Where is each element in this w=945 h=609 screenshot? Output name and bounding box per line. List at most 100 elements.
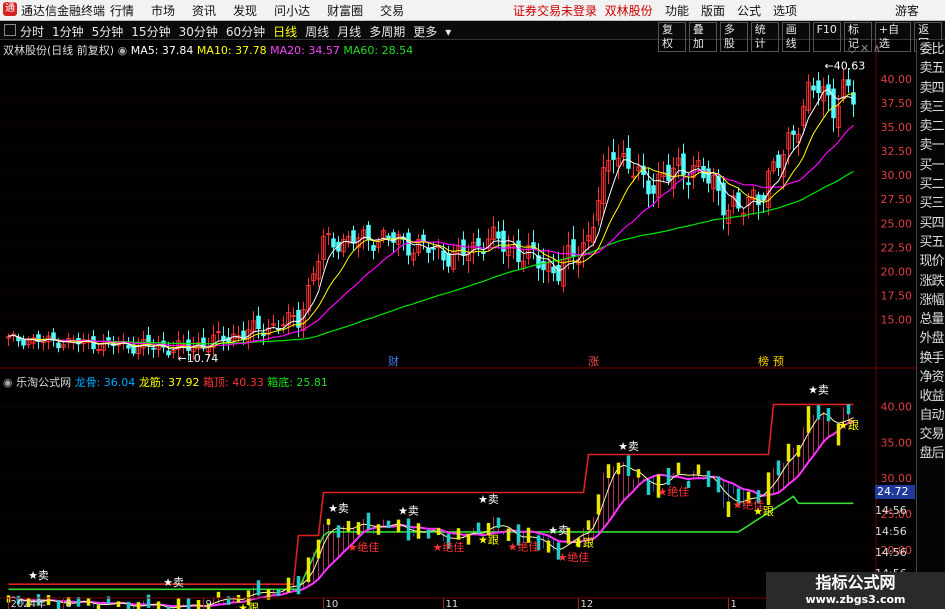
- app-logo-icon: 通: [3, 2, 17, 16]
- watermark-title: 指标公式网: [815, 573, 896, 592]
- panel-auto[interactable]: 自动: [917, 406, 945, 425]
- signal-block: [546, 540, 551, 553]
- sub-tick-label: 40.00: [881, 401, 913, 414]
- panel-ask4[interactable]: 卖四: [917, 79, 945, 98]
- panel-turnover[interactable]: 换手: [917, 349, 945, 368]
- tab-30min[interactable]: 30分钟: [179, 23, 218, 40]
- panel-volume[interactable]: 总量: [917, 310, 945, 329]
- user-guest[interactable]: 游客: [895, 2, 919, 19]
- date-label: 2024年: [11, 597, 46, 609]
- panel-ask5[interactable]: 卖五: [917, 59, 945, 78]
- candle-body: [386, 235, 391, 239]
- diamond-icon[interactable]: ◇: [848, 42, 856, 55]
- signal-block: [196, 599, 201, 609]
- signal-block: [46, 595, 51, 606]
- panel-change[interactable]: 涨跌: [917, 272, 945, 291]
- tab-multi-period[interactable]: 多周期: [369, 23, 405, 40]
- tab-5min[interactable]: 5分钟: [92, 23, 124, 40]
- panel-trade[interactable]: 交易: [917, 425, 945, 444]
- pane-close-icon[interactable]: ✕: [860, 42, 869, 55]
- period-grid-icon[interactable]: [4, 24, 16, 36]
- tab-15min[interactable]: 15分钟: [131, 23, 170, 40]
- long-tendon-value: 龙筋: 37.92: [138, 376, 200, 389]
- panel-price[interactable]: 现价: [917, 252, 945, 271]
- signal-block: [436, 527, 441, 536]
- sell-signal: ★卖: [163, 576, 184, 589]
- sub-indicator: ★卖★卖★卖★卖★卖★卖★卖★卖★跟★跟★跟★跟★跟★跟★绝佳★绝佳★绝佳★绝佳…: [6, 384, 859, 609]
- panel-commission-ratio[interactable]: 委比: [917, 40, 945, 59]
- panel-change-pct[interactable]: 涨幅: [917, 291, 945, 310]
- candle-body: [431, 247, 436, 250]
- signal-block: [136, 602, 141, 609]
- signal-block: [116, 601, 121, 608]
- menu-item-trade[interactable]: 交易: [380, 2, 404, 19]
- sub-toggle-icon[interactable]: ◉: [3, 376, 13, 389]
- ma60-value: MA60: 28.54: [343, 44, 414, 57]
- tab-weekly[interactable]: 周线: [305, 23, 329, 40]
- menu-item-layout[interactable]: 版面: [701, 2, 725, 19]
- panel-outer-volume[interactable]: 外盘: [917, 329, 945, 348]
- panel-ask3[interactable]: 卖三: [917, 98, 945, 117]
- best-signal: ★绝佳: [733, 498, 765, 512]
- panel-bid5[interactable]: 买五: [917, 233, 945, 252]
- signal-block: [106, 596, 111, 604]
- candle-body: [126, 344, 131, 349]
- ma-toggle-icon[interactable]: ◉: [118, 44, 128, 57]
- tab-1min[interactable]: 1分钟: [52, 23, 84, 40]
- tab-monthly[interactable]: 月线: [337, 23, 361, 40]
- menu-item-ask[interactable]: 问小达: [274, 2, 310, 19]
- tab-more[interactable]: 更多 ▾: [413, 23, 459, 40]
- best-signal: ★绝佳: [348, 540, 380, 554]
- menu-item-market[interactable]: 市场: [151, 2, 175, 19]
- panel-bid1[interactable]: 买一: [917, 156, 945, 175]
- menu-item-function[interactable]: 功能: [665, 2, 689, 19]
- tab-daily[interactable]: 日线: [273, 23, 297, 40]
- best-signal: ★绝佳: [433, 540, 465, 554]
- main-chart-grid: [0, 40, 877, 609]
- candle-body: [166, 350, 171, 356]
- panel-bid3[interactable]: 买三: [917, 194, 945, 213]
- menu-item-quotes[interactable]: 行情: [110, 2, 134, 19]
- panel-bid4[interactable]: 买四: [917, 214, 945, 233]
- signal-block: [396, 519, 401, 533]
- menu-item-news[interactable]: 资讯: [192, 2, 216, 19]
- panel-ask1[interactable]: 卖一: [917, 136, 945, 155]
- signal-block: [706, 470, 711, 487]
- quote-side-panel: 委比 卖五 卖四 卖三 卖二 卖一 买一 买二 买三 买四 买五 现价 涨跌 涨…: [916, 40, 945, 609]
- main-menu: 行情 市场 资讯 发现 问小达 财富圈 交易: [110, 2, 421, 19]
- panel-bid2[interactable]: 买二: [917, 175, 945, 194]
- menu-item-discover[interactable]: 发现: [233, 2, 257, 19]
- signal-block: [356, 522, 361, 535]
- tab-timeshare[interactable]: 分时: [20, 23, 44, 40]
- tab-60min[interactable]: 60分钟: [226, 23, 265, 40]
- panel-earnings[interactable]: 收益: [917, 387, 945, 406]
- follow-signal: ★跟: [478, 534, 499, 547]
- pane-controls: ◇ ✕ ∧: [848, 42, 881, 55]
- menu-item-options[interactable]: 选项: [773, 2, 797, 19]
- panel-after-hours[interactable]: 盘后: [917, 444, 945, 463]
- candle-body: [551, 266, 556, 274]
- sell-signal: ★卖: [548, 524, 569, 537]
- chart-area[interactable]: 15.00 17.50 20.00 22.50 25.00 27.50 30.00 32.50…: [0, 40, 916, 609]
- signal-block: [276, 589, 281, 596]
- date-label: 10: [326, 599, 339, 609]
- panel-ask2[interactable]: 卖二: [917, 117, 945, 136]
- notice-text: 证券交易未登录: [513, 4, 598, 18]
- signal-block: [806, 406, 811, 433]
- candle-body: [281, 324, 286, 327]
- sell-signal: ★卖: [28, 569, 49, 582]
- main-price-axis: 15.00 17.50 20.00 22.50 25.00 27.50 30.00 32.50…: [881, 73, 913, 327]
- menu-item-wealth[interactable]: 财富圈: [327, 2, 363, 19]
- candle-body: [331, 238, 336, 248]
- signal-block: [606, 464, 611, 479]
- long-bone-value: 龙骨: 36.04: [74, 376, 136, 389]
- signal-block: [296, 575, 301, 595]
- menu-item-formula[interactable]: 公式: [737, 2, 761, 19]
- panel-net-assets[interactable]: 净资: [917, 368, 945, 387]
- trade-login-notice[interactable]: 证券交易未登录 双林股份: [513, 2, 653, 19]
- pane-collapse-icon[interactable]: ∧: [873, 42, 881, 55]
- candle-body: [816, 80, 821, 94]
- candle-body: [611, 152, 616, 160]
- ma20-line: [8, 124, 854, 348]
- signal-block: [696, 464, 701, 475]
